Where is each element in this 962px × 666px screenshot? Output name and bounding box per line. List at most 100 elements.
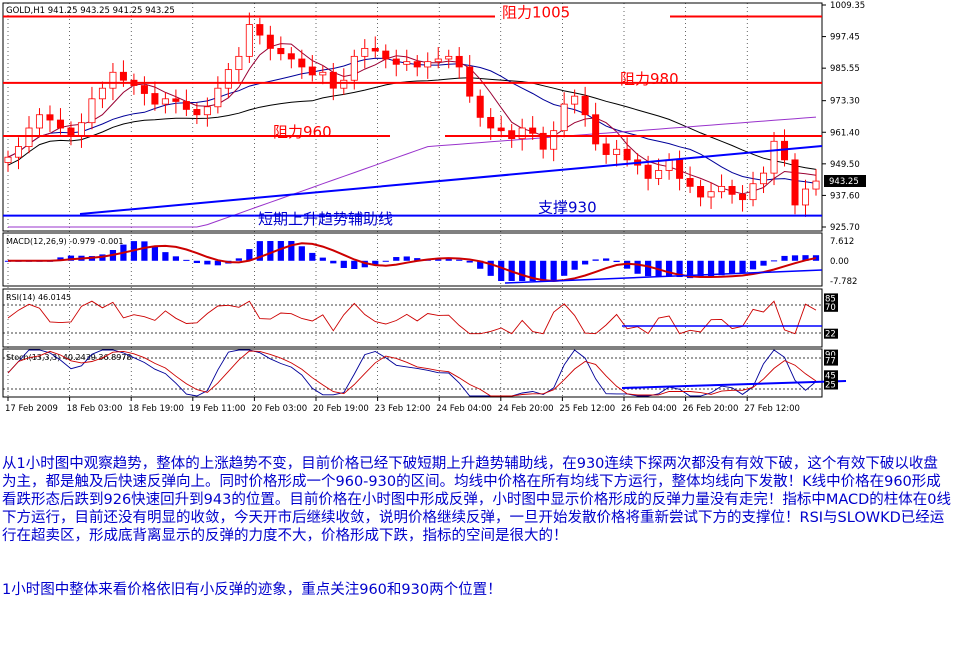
x-tick-label: 19 Feb 11:00: [190, 404, 246, 414]
candle-body: [214, 87, 222, 108]
candle-body: [707, 191, 715, 198]
candle-body: [560, 103, 568, 132]
stoch-tick-label: 25: [825, 381, 836, 391]
candle-body: [308, 66, 316, 76]
candle-body: [571, 95, 579, 105]
commentary: 从1小时图中观察趋势，整体的上涨趋势不变，目前价格已经下破短期上升趋势辅助线，在…: [2, 419, 952, 617]
macd-tick-label: -7.782: [830, 277, 857, 287]
macd-bar: [540, 260, 547, 281]
macd-bar: [267, 241, 274, 261]
macd-bar: [760, 260, 767, 266]
rsi-y-axis: 857022: [824, 293, 838, 340]
x-tick-label: 24 Feb 04:00: [436, 404, 492, 414]
candle-body: [77, 122, 85, 137]
macd-tick-label: 0.00: [830, 257, 849, 267]
candle-body: [791, 159, 799, 206]
candle-body: [445, 55, 453, 60]
level-label: 支撑930: [538, 199, 597, 217]
candle-body: [623, 148, 631, 161]
x-axis: 17 Feb 2009 18 Feb 03:00 18 Feb 19:00 19 Fe…: [5, 397, 800, 414]
candle-body: [350, 55, 358, 81]
x-tick-label: 23 Feb 12:00: [375, 404, 431, 414]
macd-tick-label: 7.612: [830, 237, 854, 247]
candle-body: [529, 127, 537, 134]
macd-bar: [561, 260, 568, 276]
candle-body: [4, 156, 12, 163]
macd-bar: [183, 259, 190, 261]
candle-body: [665, 159, 673, 171]
macd-bar: [791, 255, 799, 261]
x-tick-label: 27 Feb 12:00: [744, 404, 800, 414]
x-tick-label: 25 Feb 12:00: [559, 404, 615, 414]
macd-bar: [770, 260, 778, 262]
y-tick-label: 925.70: [830, 223, 860, 233]
candle-body: [277, 47, 285, 55]
candle-body: [801, 188, 810, 206]
candle-body: [382, 50, 390, 60]
macd-bar: [309, 252, 316, 261]
macd-bar: [204, 260, 211, 265]
candle-body: [770, 140, 778, 174]
last-price-label: 943.25: [829, 177, 859, 187]
y-tick-label: 985.55: [830, 64, 860, 74]
candle-body: [749, 183, 757, 201]
candle-body: [371, 47, 379, 52]
macd-bar: [298, 246, 305, 261]
macd-bar: [781, 255, 788, 261]
candle-body: [340, 79, 348, 89]
macd-bar: [571, 260, 578, 270]
macd-bar: [403, 256, 410, 261]
candle-body: [550, 130, 558, 150]
macd-bar: [340, 260, 347, 268]
candle-body: [224, 69, 232, 89]
commentary-paragraph-1: 从1小时图中观察趋势，整体的上涨趋势不变，目前价格已经下破短期上升趋势辅助线，在…: [2, 456, 952, 544]
candle-body: [697, 185, 705, 198]
macd-bar: [665, 260, 673, 277]
chart-area: GOLD,H1 941.25 943.25 941.25 943.25 MACD…: [0, 0, 962, 420]
macd-bar: [235, 258, 242, 261]
macd-bar: [172, 256, 180, 261]
macd-bar: [718, 260, 725, 276]
stoch-tick-label: 77: [825, 357, 836, 367]
candle-body: [497, 127, 505, 132]
candle-body: [35, 114, 43, 129]
macd-bar: [749, 260, 757, 270]
macd-bar: [351, 260, 358, 269]
candle-body: [361, 47, 369, 57]
rsi-header: RSI(14) 46.0145: [6, 293, 71, 302]
macd-bar: [613, 260, 620, 263]
candle-body: [728, 185, 736, 195]
candle-body: [151, 93, 159, 105]
candle-body: [424, 61, 432, 68]
candle-body: [67, 127, 75, 137]
candle-body: [487, 116, 495, 129]
candle-body: [203, 106, 211, 116]
macd-bar: [141, 241, 148, 261]
candle-body: [119, 71, 127, 81]
candle-body: [434, 58, 442, 63]
candle-body: [812, 180, 820, 190]
level-label: 阻力960: [273, 123, 332, 141]
commentary-paragraph-2: 1小时图中整体来看价格依旧有小反弹的迹象，重点关注960和930两个位置！: [2, 582, 502, 598]
candle-body: [109, 71, 117, 89]
rsi-tick-label: 70: [825, 303, 836, 313]
candle-body: [760, 172, 768, 185]
stoch-y-axis: 90774525: [824, 349, 838, 391]
last-price-badge: 943.25: [824, 175, 866, 187]
macd-header: MACD(12,26,9) -0.979 -0.001: [6, 237, 123, 246]
y-tick-label: 1009.35: [830, 1, 865, 11]
macd-bar: [393, 257, 400, 261]
candle-body: [56, 119, 64, 129]
macd-bar: [603, 258, 610, 261]
candle-body: [655, 170, 663, 179]
trend-label: 短期上升趋势辅助线: [258, 210, 393, 228]
y-tick-label: 961.40: [830, 128, 860, 138]
macd-y-axis: 7.612 0.00 -7.782: [830, 237, 857, 287]
macd-bar: [193, 260, 200, 264]
candle-body: [508, 130, 516, 140]
candle-body: [161, 98, 169, 105]
candle-body: [140, 85, 148, 94]
candle-body: [88, 98, 96, 124]
candle-body: [319, 71, 327, 76]
macd-bar: [456, 259, 463, 261]
